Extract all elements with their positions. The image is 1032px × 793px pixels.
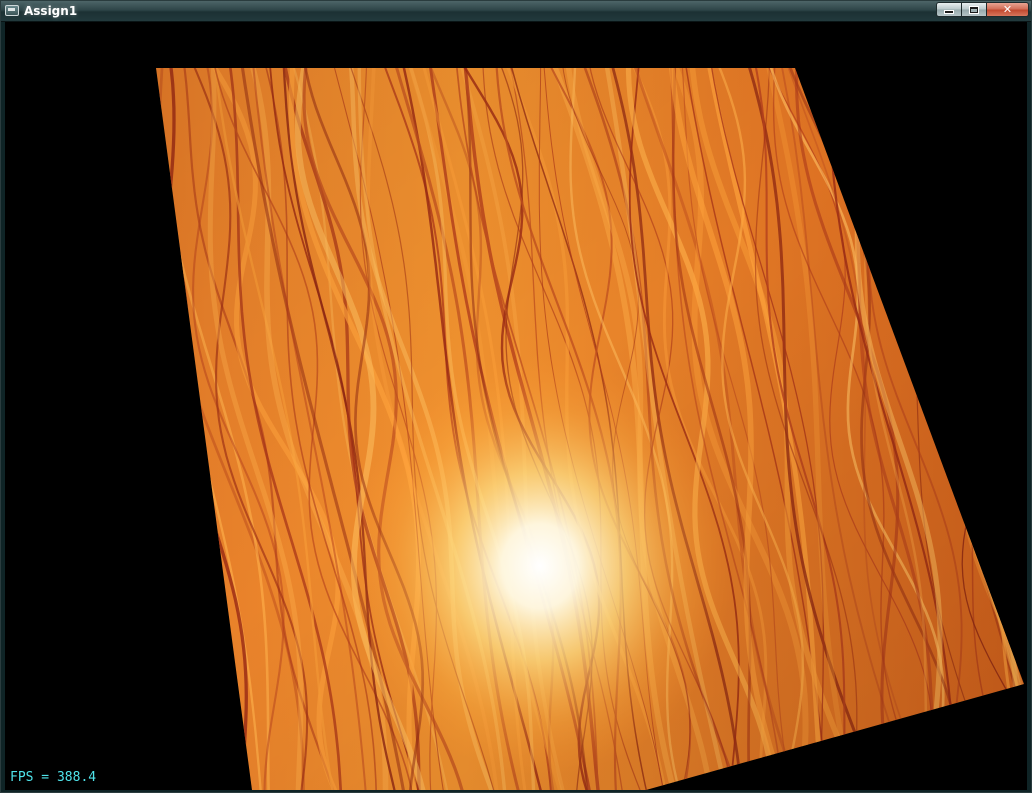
title-bar[interactable]: Assign1 ✕ [1, 1, 1031, 22]
fps-counter: FPS = 388.4 [10, 770, 97, 785]
window-controls: ✕ [936, 2, 1029, 17]
maximize-icon [970, 6, 978, 13]
minimize-button[interactable] [936, 2, 961, 17]
minimize-icon [945, 11, 953, 13]
maximize-button[interactable] [961, 2, 986, 17]
close-button[interactable]: ✕ [986, 2, 1029, 17]
wood-plane [156, 68, 1024, 790]
application-window: Assign1 ✕ FPS = 388.4 [0, 0, 1032, 793]
render-canvas [156, 68, 1024, 790]
close-icon: ✕ [1002, 2, 1013, 16]
window-title: Assign1 [24, 4, 78, 18]
window-app-icon[interactable] [5, 5, 19, 16]
opengl-viewport[interactable]: FPS = 388.4 [5, 22, 1027, 790]
